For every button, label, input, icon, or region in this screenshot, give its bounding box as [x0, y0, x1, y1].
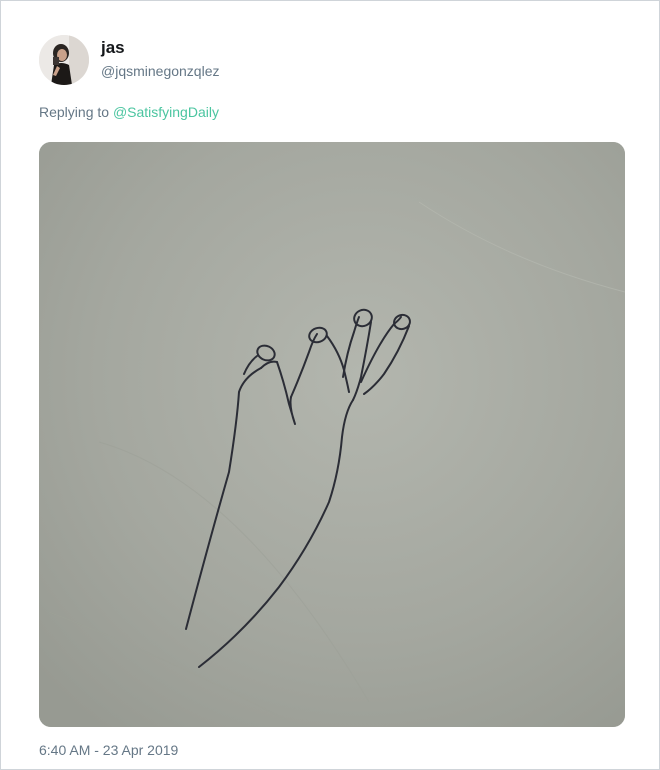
avatar[interactable] — [39, 35, 89, 85]
hand-drawing-photo-icon — [39, 142, 625, 727]
tweet-timestamp[interactable]: 6:40 AM - 23 Apr 2019 — [39, 742, 178, 758]
reply-prefix: Replying to — [39, 104, 110, 120]
user-handle[interactable]: @jqsminegonzqlez — [101, 62, 220, 80]
user-avatar-photo-icon — [39, 35, 89, 85]
reply-mention-link[interactable]: @SatisfyingDaily — [113, 104, 219, 120]
user-info: jas @jqsminegonzqlez — [101, 38, 220, 80]
display-name[interactable]: jas — [101, 38, 220, 58]
tweet-header: jas @jqsminegonzqlez — [39, 35, 220, 85]
tweet-card: jas @jqsminegonzqlez Replying to @Satisf… — [0, 0, 660, 770]
reply-context: Replying to @SatisfyingDaily — [39, 104, 219, 120]
tweet-media-image[interactable] — [39, 142, 625, 727]
